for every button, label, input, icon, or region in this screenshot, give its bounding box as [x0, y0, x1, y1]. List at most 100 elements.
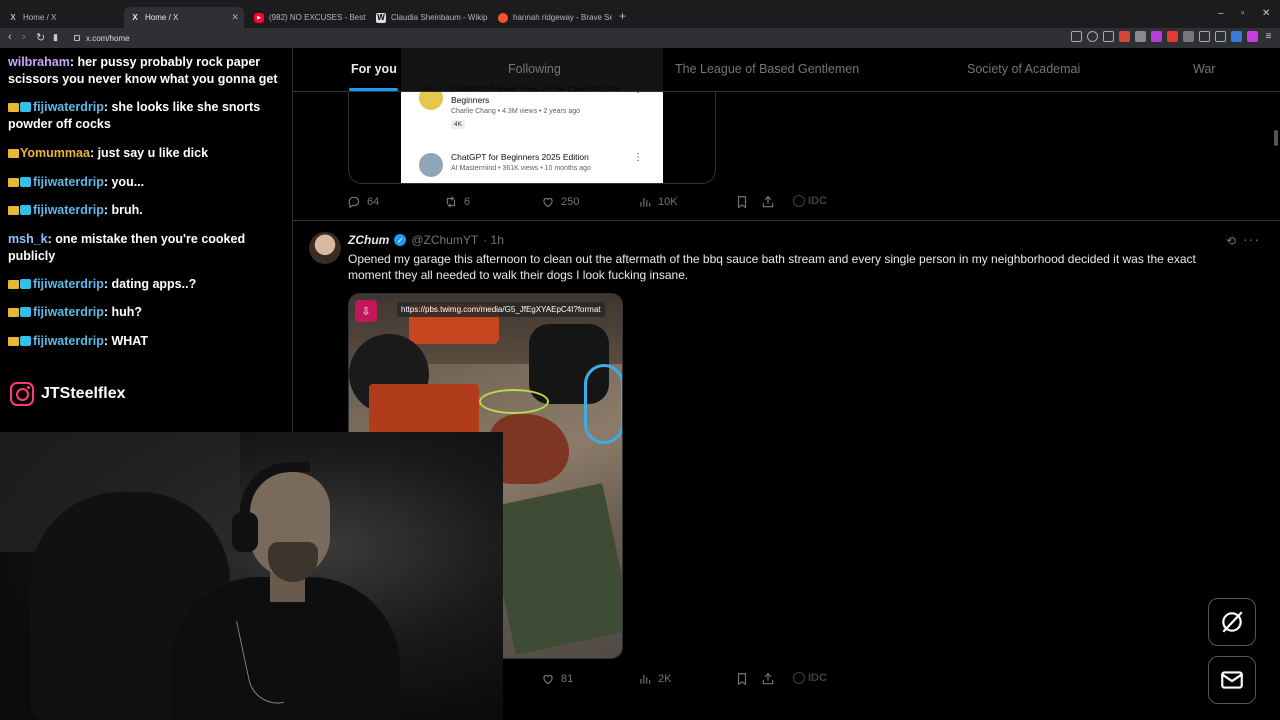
- chat-text: : dating apps..?: [103, 277, 197, 291]
- circle-icon: [793, 672, 805, 684]
- address-bar[interactable]: x.com/home: [74, 31, 1074, 45]
- tab-war[interactable]: War: [1193, 62, 1215, 76]
- zoom-icon[interactable]: [1087, 31, 1098, 42]
- back-icon[interactable]: ‹: [8, 31, 12, 43]
- cast-icon[interactable]: [1071, 31, 1082, 42]
- forward-icon[interactable]: ›: [22, 31, 26, 43]
- views-button[interactable]: 2K: [638, 672, 671, 686]
- leo-ai-icon[interactable]: [1247, 31, 1258, 42]
- close-tab-icon[interactable]: ✕: [231, 12, 239, 23]
- tab-for-you[interactable]: For you: [351, 62, 397, 76]
- reply-icon: [348, 196, 360, 209]
- post-text: Opened my garage this afternoon to clean…: [348, 252, 1196, 282]
- extension-icon[interactable]: [1183, 31, 1194, 42]
- menu-icon[interactable]: ≡: [1263, 31, 1274, 42]
- tab-title: (982) NO EXCUSES - Best Motivational: [269, 13, 366, 22]
- browser-tab-active[interactable]: X Home / X ✕: [124, 7, 244, 28]
- close-window-icon[interactable]: ✕: [1262, 8, 1270, 19]
- bookmark-button[interactable]: [735, 672, 749, 686]
- minimize-icon[interactable]: –: [1218, 8, 1224, 19]
- verified-badge-icon: ✓: [394, 234, 407, 246]
- chat-text: : bruh.: [103, 203, 143, 217]
- browser-tab[interactable]: hannah ridgeway - Brave Search: [492, 7, 612, 28]
- chat-username: fijiwaterdrip: [33, 277, 104, 291]
- browser-tab[interactable]: ▶ (982) NO EXCUSES - Best Motivational: [248, 7, 366, 28]
- crown-badge-icon: [8, 337, 19, 346]
- idc-label: IDC: [793, 195, 827, 207]
- crown-badge-icon: [8, 149, 19, 158]
- wallet-icon[interactable]: [1231, 31, 1242, 42]
- bookmark-icon: [737, 196, 747, 209]
- tab-society-of-academai[interactable]: Society of Academai: [967, 62, 1080, 76]
- share-icon: [762, 672, 774, 685]
- chat-username: msh_k: [8, 232, 48, 246]
- share-button[interactable]: [761, 195, 775, 209]
- reload-icon[interactable]: ↻: [36, 31, 45, 44]
- site-info-icon[interactable]: [74, 35, 80, 41]
- tab-title: Claudia Sheinbaum - Wikipedia: [391, 13, 488, 22]
- share-button[interactable]: [761, 672, 775, 686]
- sub-badge-icon: [20, 177, 31, 187]
- extensions-bar: ≡: [1071, 31, 1274, 42]
- headset-earcup: [232, 512, 258, 552]
- tab-title: Home / X: [23, 13, 57, 22]
- image-region: [479, 389, 549, 414]
- video-title: ChatGPT for Beginners 2025 Edition: [451, 152, 589, 162]
- author-name[interactable]: ZChum: [348, 233, 389, 247]
- chat-message: fijiwaterdrip: bruh.: [8, 202, 286, 219]
- messages-button[interactable]: [1208, 656, 1256, 704]
- browser-tab-strip: X Home / X X Home / X ✕ ▶ (982) NO EXCUS…: [0, 0, 1280, 28]
- download-icon[interactable]: ⇩: [355, 300, 377, 322]
- repost-count: 6: [464, 196, 471, 208]
- author-avatar[interactable]: [309, 232, 341, 264]
- brave-shields-icon[interactable]: [1119, 31, 1130, 42]
- crown-badge-icon: [8, 308, 19, 317]
- more-icon[interactable]: ···: [1243, 231, 1260, 247]
- extension-icon[interactable]: [1135, 31, 1146, 42]
- like-button[interactable]: 81: [541, 672, 573, 686]
- tab-following[interactable]: Following: [508, 62, 561, 76]
- chat-username: fijiwaterdrip: [33, 100, 104, 114]
- reply-button[interactable]: 64: [347, 195, 379, 209]
- extension-icon[interactable]: [1167, 31, 1178, 42]
- image-region: [369, 384, 479, 434]
- tab-title: hannah ridgeway - Brave Search: [513, 13, 612, 22]
- page-scrollbar[interactable]: [1274, 130, 1278, 146]
- sidebar-icon[interactable]: [1215, 31, 1226, 42]
- views-icon: [640, 197, 651, 207]
- chat-text: : WHAT: [103, 334, 149, 348]
- share-icon: [762, 195, 774, 208]
- grok-icon[interactable]: ⟲: [1226, 234, 1236, 248]
- grok-button[interactable]: [1208, 598, 1256, 646]
- author-handle[interactable]: @ZChumYT: [411, 233, 478, 247]
- video-meta: Charlie Chang • 4.3M views • 2 years ago: [451, 108, 581, 115]
- views-button[interactable]: 10K: [638, 195, 678, 209]
- tab-title: Home / X: [145, 13, 179, 22]
- chat-message: fijiwaterdrip: WHAT: [8, 333, 286, 350]
- bookmark-icon[interactable]: ▮: [53, 32, 58, 43]
- repost-button[interactable]: 6: [444, 195, 470, 209]
- bookmark-button[interactable]: [735, 195, 749, 209]
- new-tab-icon[interactable]: +: [619, 9, 626, 23]
- image-url-tooltip: https://pbs.twimg.com/media/G5_JfEgXYAEp…: [397, 302, 605, 317]
- wikipedia-icon: W: [376, 12, 386, 23]
- video-meta: AI Mastermind • 361K views • 10 months a…: [451, 165, 591, 172]
- browser-toolbar: ‹ › ↻ ▮ x.com/home ≡: [0, 28, 1280, 48]
- share-icon[interactable]: [1103, 31, 1114, 42]
- maximize-icon[interactable]: ▫: [1241, 8, 1245, 19]
- browser-tab[interactable]: W Claudia Sheinbaum - Wikipedia: [370, 7, 488, 28]
- extensions-puzzle-icon[interactable]: [1199, 31, 1210, 42]
- browser-tab[interactable]: X Home / X: [2, 7, 120, 28]
- post-time[interactable]: · 1h: [483, 233, 504, 247]
- chat-message: fijiwaterdrip: huh?: [8, 304, 286, 321]
- image-region: [584, 364, 622, 444]
- chat-message: Yomummaa: just say u like dick: [8, 145, 286, 162]
- tab-league-of-based-gentlemen[interactable]: The League of Based Gentlemen: [675, 62, 859, 76]
- like-button[interactable]: 250: [541, 195, 579, 209]
- extension-icon[interactable]: [1151, 31, 1162, 42]
- idc-label: IDC: [793, 672, 827, 684]
- quality-badge: 4K: [451, 120, 465, 129]
- more-options-icon[interactable]: ⋮: [633, 152, 643, 163]
- chat-message: fijiwaterdrip: you...: [8, 174, 286, 191]
- repost-icon: [446, 196, 456, 208]
